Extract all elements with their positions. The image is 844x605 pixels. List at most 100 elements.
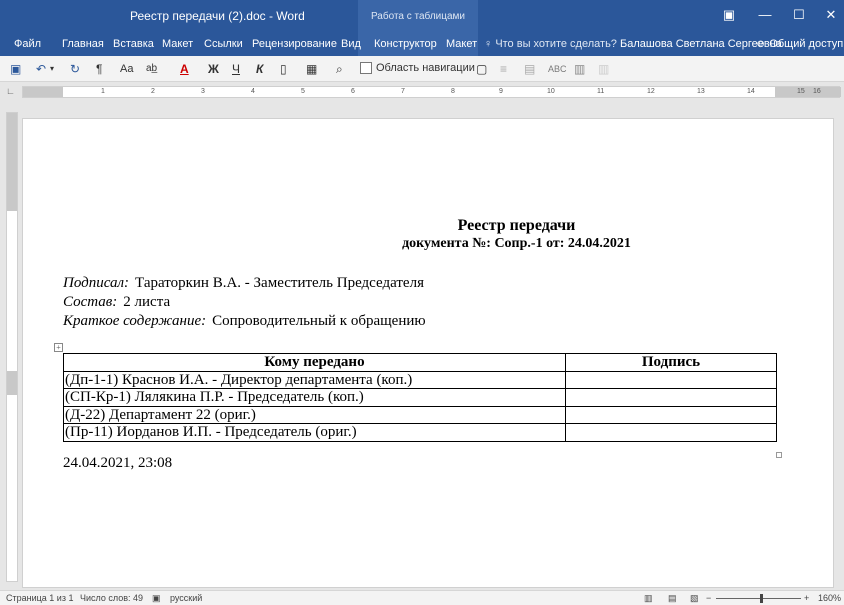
page-icon[interactable]: ▯ — [280, 61, 287, 77]
signed-value: Тараторкин В.А. - Заместитель Председате… — [135, 275, 424, 291]
ruler-number: 3 — [201, 88, 205, 95]
tab-review[interactable]: Рецензирование — [252, 38, 337, 50]
table-tools-context-title: Работа с таблицами — [358, 0, 478, 32]
ruler-number: 13 — [697, 88, 705, 95]
table-row: (Дп-1-1) Краснов И.А. - Директор департа… — [63, 370, 777, 389]
ruler-number: 5 — [301, 88, 305, 95]
summary-label: Краткое содержание: — [63, 313, 207, 329]
ruler-number: 9 — [499, 88, 503, 95]
composition-line: Состав: 2 листа — [63, 294, 170, 311]
share-button[interactable]: ☺ Общий доступ — [755, 38, 843, 50]
grid-icon[interactable]: ▤ — [524, 61, 535, 77]
tell-me-box[interactable]: ♀ Что вы хотите сделать? — [484, 38, 617, 50]
table-move-handle-icon[interactable]: + — [54, 343, 63, 352]
table-row: (Пр-11) Иорданов И.П. - Председатель (ор… — [63, 423, 777, 442]
pilcrow-icon[interactable]: ¶ — [96, 61, 102, 77]
change-case-button[interactable]: Aa — [120, 61, 133, 77]
print-layout-icon[interactable]: ▤ — [668, 593, 677, 604]
ribbon-tab-bar: Файл Главная Вставка Макет Ссылки Реценз… — [0, 32, 844, 56]
ruler-number: 8 — [451, 88, 455, 95]
text-highlight-icon[interactable]: ab̲ — [146, 61, 157, 77]
close-icon[interactable]: ✕ — [816, 4, 844, 26]
tab-table-design[interactable]: Конструктор — [374, 38, 437, 50]
vruler-table-region — [7, 371, 17, 395]
ruler-number: 2 — [151, 88, 155, 95]
zoom-slider-thumb[interactable] — [760, 594, 763, 603]
new-doc-icon[interactable]: ▢ — [476, 61, 487, 77]
signature-cell[interactable] — [565, 405, 777, 424]
ruler-left-margin — [23, 87, 63, 97]
table-icon[interactable]: ▦ — [306, 61, 317, 77]
ruler-number: 14 — [747, 88, 755, 95]
undo-icon[interactable]: ↶ — [36, 61, 46, 77]
registry-table: Кому передано Подпись (Дп-1-1) Краснов И… — [63, 353, 777, 442]
underline-button[interactable]: Ч — [232, 61, 240, 77]
redo-icon[interactable]: ↻ — [70, 61, 80, 77]
zoom-level[interactable]: 160% — [818, 593, 841, 603]
maximize-icon[interactable]: ☐ — [784, 4, 814, 26]
read-mode-icon[interactable]: ▥ — [644, 593, 653, 604]
font-color-icon[interactable]: A — [180, 61, 189, 77]
ruler-number: 12 — [647, 88, 655, 95]
signature-cell[interactable] — [565, 370, 777, 389]
ribbon-display-options-icon[interactable]: ▣ — [714, 4, 744, 26]
navigation-pane-label: Область навигации — [376, 62, 475, 74]
tab-selector-icon[interactable]: ∟ — [6, 86, 15, 96]
minimize-icon[interactable]: — — [750, 4, 780, 26]
zoom-out-icon[interactable]: − — [706, 593, 711, 603]
language[interactable]: русский — [170, 593, 202, 603]
page-count[interactable]: Страница 1 из 1 — [6, 593, 73, 603]
chart-disabled-icon: ▥ — [598, 62, 610, 76]
recipient-cell[interactable]: (Пр-11) Иорданов И.П. - Председатель (ор… — [63, 423, 566, 442]
tab-view[interactable]: Вид — [341, 38, 361, 50]
zoom-slider[interactable] — [716, 598, 801, 599]
table-resize-handle-icon[interactable] — [776, 452, 782, 458]
bold-button[interactable]: Ж — [208, 61, 219, 77]
proofing-icon[interactable]: ▣ — [152, 593, 161, 604]
header-recipient[interactable]: Кому передано — [63, 353, 566, 372]
signed-label: Подписал: — [63, 275, 130, 291]
tab-layout[interactable]: Макет — [162, 38, 193, 50]
spelling-icon[interactable]: ABC — [548, 61, 567, 77]
signature-cell[interactable] — [565, 388, 777, 407]
ruler-number: 7 — [401, 88, 405, 95]
lightbulb-icon: ♀ — [484, 38, 496, 50]
recipient-cell[interactable]: (Дп-1-1) Краснов И.А. - Директор департа… — [63, 370, 566, 389]
vruler-top-margin — [7, 113, 17, 211]
document-subheading: документа №: Сопр.-1 от: 24.04.2021 — [402, 236, 631, 251]
recipient-cell[interactable]: (Д-22) Департамент 22 (ориг.) — [63, 405, 566, 424]
navigation-pane-checkbox[interactable] — [360, 62, 372, 74]
word-count[interactable]: Число слов: 49 — [80, 593, 143, 603]
save-icon[interactable]: ▣ — [10, 61, 21, 77]
title-bar: Реестр передачи (2).doc - Word Работа с … — [0, 0, 844, 32]
document-page[interactable]: Реестр передачи документа №: Сопр.-1 от:… — [22, 118, 834, 588]
vertical-ruler[interactable] — [6, 112, 18, 582]
table-header-row: Кому передано Подпись — [63, 353, 777, 372]
tell-me-text: Что вы хотите сделать? — [495, 38, 617, 50]
ruler-number: 16 — [813, 88, 821, 95]
document-heading: Реестр передачи — [457, 217, 576, 234]
italic-button[interactable]: К — [256, 61, 263, 77]
recipient-cell[interactable]: (СП-Кр-1) Лялякина П.Р. - Председатель (… — [63, 388, 566, 407]
signature-cell[interactable] — [565, 423, 777, 442]
zoom-search-icon[interactable]: ⌕ — [336, 61, 343, 77]
tab-references[interactable]: Ссылки — [204, 38, 243, 50]
tab-home[interactable]: Главная — [62, 38, 104, 50]
document-title: Реестр передачи (2).doc - Word — [130, 9, 305, 23]
undo-dropdown-icon[interactable]: ▾ — [50, 61, 54, 77]
tab-insert[interactable]: Вставка — [113, 38, 154, 50]
ruler-number: 15 — [797, 88, 805, 95]
tab-file[interactable]: Файл — [14, 38, 41, 50]
ruler-strip: 1 2 3 4 5 6 7 8 9 10 11 12 13 14 15 16 — [22, 86, 841, 98]
header-signature[interactable]: Подпись — [565, 353, 777, 372]
tab-table-layout[interactable]: Макет — [446, 38, 477, 50]
share-label: Общий доступ — [769, 38, 844, 50]
zoom-in-icon[interactable]: + — [804, 593, 809, 603]
document-timestamp: 24.04.2021, 23:08 — [63, 455, 173, 471]
horizontal-ruler[interactable]: ∟ 1 2 3 4 5 6 7 8 9 10 11 12 13 14 15 16 — [0, 83, 844, 101]
status-bar: Страница 1 из 1 Число слов: 49 ▣ русский… — [0, 590, 844, 605]
ruler-number: 10 — [547, 88, 555, 95]
web-layout-icon[interactable]: ▧ — [690, 593, 699, 604]
lines-icon[interactable]: ≡ — [500, 61, 507, 77]
chart-icon[interactable]: ▥ — [574, 61, 585, 77]
